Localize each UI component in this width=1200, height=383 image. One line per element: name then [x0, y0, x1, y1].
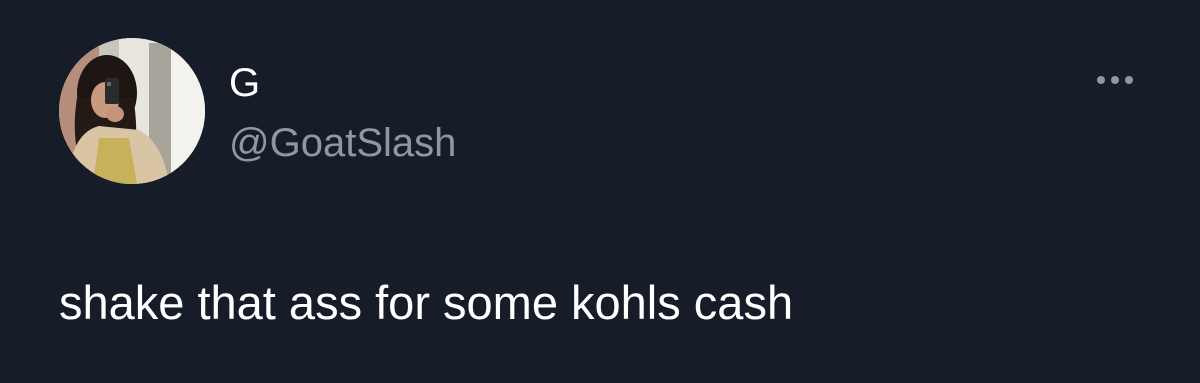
tweet-text: shake that ass for some kohls cash — [59, 276, 794, 329]
avatar[interactable] — [59, 38, 205, 184]
display-name[interactable]: G — [229, 60, 260, 106]
profile-photo — [59, 38, 205, 184]
user-handle[interactable]: @GoatSlash — [229, 120, 456, 166]
tweet-card: G @GoatSlash shake that ass for some koh… — [0, 0, 1200, 383]
more-options-button[interactable] — [1090, 66, 1140, 94]
more-horizontal-icon — [1097, 76, 1133, 84]
